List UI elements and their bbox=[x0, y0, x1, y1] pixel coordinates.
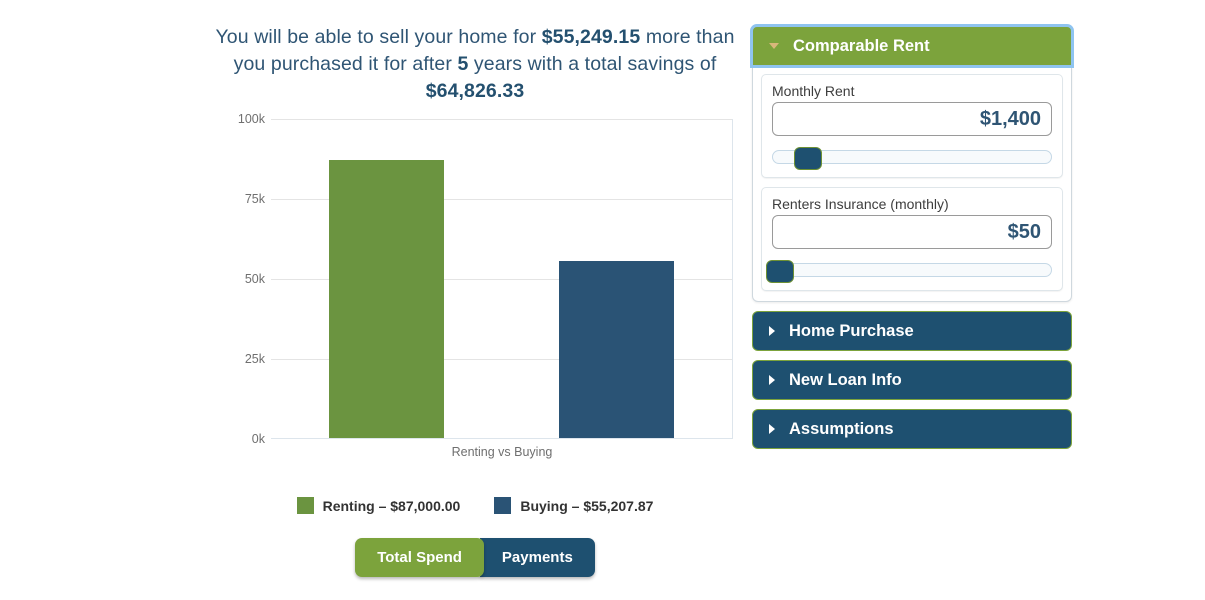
monthly-rent-input[interactable] bbox=[772, 102, 1052, 136]
bar-renting[interactable] bbox=[328, 159, 444, 438]
field-renters-insurance-monthly: Renters Insurance (monthly) bbox=[761, 187, 1063, 291]
accordion-title: Home Purchase bbox=[789, 321, 914, 340]
slider-handle[interactable] bbox=[766, 260, 795, 283]
accordion-header-assumptions[interactable]: Assumptions bbox=[752, 409, 1072, 449]
accordion-title: Comparable Rent bbox=[793, 36, 930, 55]
y-tick-label: 50k bbox=[244, 272, 265, 286]
monthly-rent-slider[interactable] bbox=[772, 147, 1052, 170]
legend-item: Renting – $87,000.00 bbox=[296, 497, 461, 514]
inputs-sidebar: Comparable Rent Monthly Rent Renters Insur… bbox=[750, 24, 1074, 449]
payments-button[interactable]: Payments bbox=[479, 538, 595, 577]
y-tick-label: 75k bbox=[244, 192, 265, 206]
headline-years: 5 bbox=[457, 53, 469, 75]
chart-column: You will be able to sell your home for $… bbox=[205, 24, 745, 577]
bar-series bbox=[271, 118, 732, 438]
total-spend-button[interactable]: Total Spend bbox=[355, 538, 484, 577]
accordion-panel: Monthly Rent Renters Insurance (monthly) bbox=[752, 66, 1072, 302]
accordion-title: Assumptions bbox=[789, 419, 894, 438]
slider-track[interactable] bbox=[772, 263, 1052, 277]
y-tick-label: 0k bbox=[251, 432, 265, 446]
legend-swatch bbox=[494, 497, 512, 514]
savings-headline: You will be able to sell your home for $… bbox=[205, 24, 745, 105]
field-monthly-rent: Monthly Rent bbox=[761, 74, 1063, 178]
chevron-down-icon bbox=[769, 43, 779, 49]
headline-text-1: You will be able to sell your home for bbox=[215, 26, 542, 48]
field-label: Renters Insurance (monthly) bbox=[772, 196, 949, 212]
x-axis-label: Renting vs Buying bbox=[451, 445, 553, 459]
chevron-right-icon bbox=[769, 424, 775, 434]
legend-swatch bbox=[296, 497, 314, 514]
view-toggle-group: Total Spend Payments bbox=[205, 538, 745, 577]
slider-handle[interactable] bbox=[794, 147, 823, 170]
plot-area bbox=[271, 119, 733, 439]
y-tick-label: 100k bbox=[237, 112, 265, 126]
headline-text-3: years with a total savings of bbox=[468, 53, 717, 75]
chevron-right-icon bbox=[769, 375, 775, 385]
chevron-right-icon bbox=[769, 326, 775, 336]
renters-insurance-monthly-slider[interactable] bbox=[766, 260, 1052, 283]
headline-total-savings: $64,826.33 bbox=[425, 80, 525, 102]
y-axis: 0k 25k 50k 75k 100k bbox=[205, 112, 265, 446]
rent-vs-buy-calculator: You will be able to sell your home for $… bbox=[0, 0, 1205, 600]
legend-item: Buying – $55,207.87 bbox=[494, 497, 653, 514]
chart-legend: Renting – $87,000.00 Buying – $55,207.87 bbox=[205, 497, 745, 514]
headline-sale-amount: $55,249.15 bbox=[541, 26, 641, 48]
accordion-header-home-purchase[interactable]: Home Purchase bbox=[752, 311, 1072, 351]
renters-insurance-monthly-input[interactable] bbox=[772, 215, 1052, 249]
bar-chart: 0k 25k 50k 75k 100k Renting vs Buying bbox=[205, 112, 745, 459]
legend-label: Buying – $55,207.87 bbox=[520, 497, 654, 514]
accordion-header-comparable-rent[interactable]: Comparable Rent bbox=[750, 24, 1074, 68]
accordion-title: New Loan Info bbox=[789, 370, 902, 389]
y-tick-label: 25k bbox=[244, 352, 265, 366]
legend-label: Renting – $87,000.00 bbox=[322, 497, 461, 514]
bar-buying[interactable] bbox=[559, 261, 675, 438]
accordion-header-new-loan-info[interactable]: New Loan Info bbox=[752, 360, 1072, 400]
field-label: Monthly Rent bbox=[772, 83, 855, 99]
